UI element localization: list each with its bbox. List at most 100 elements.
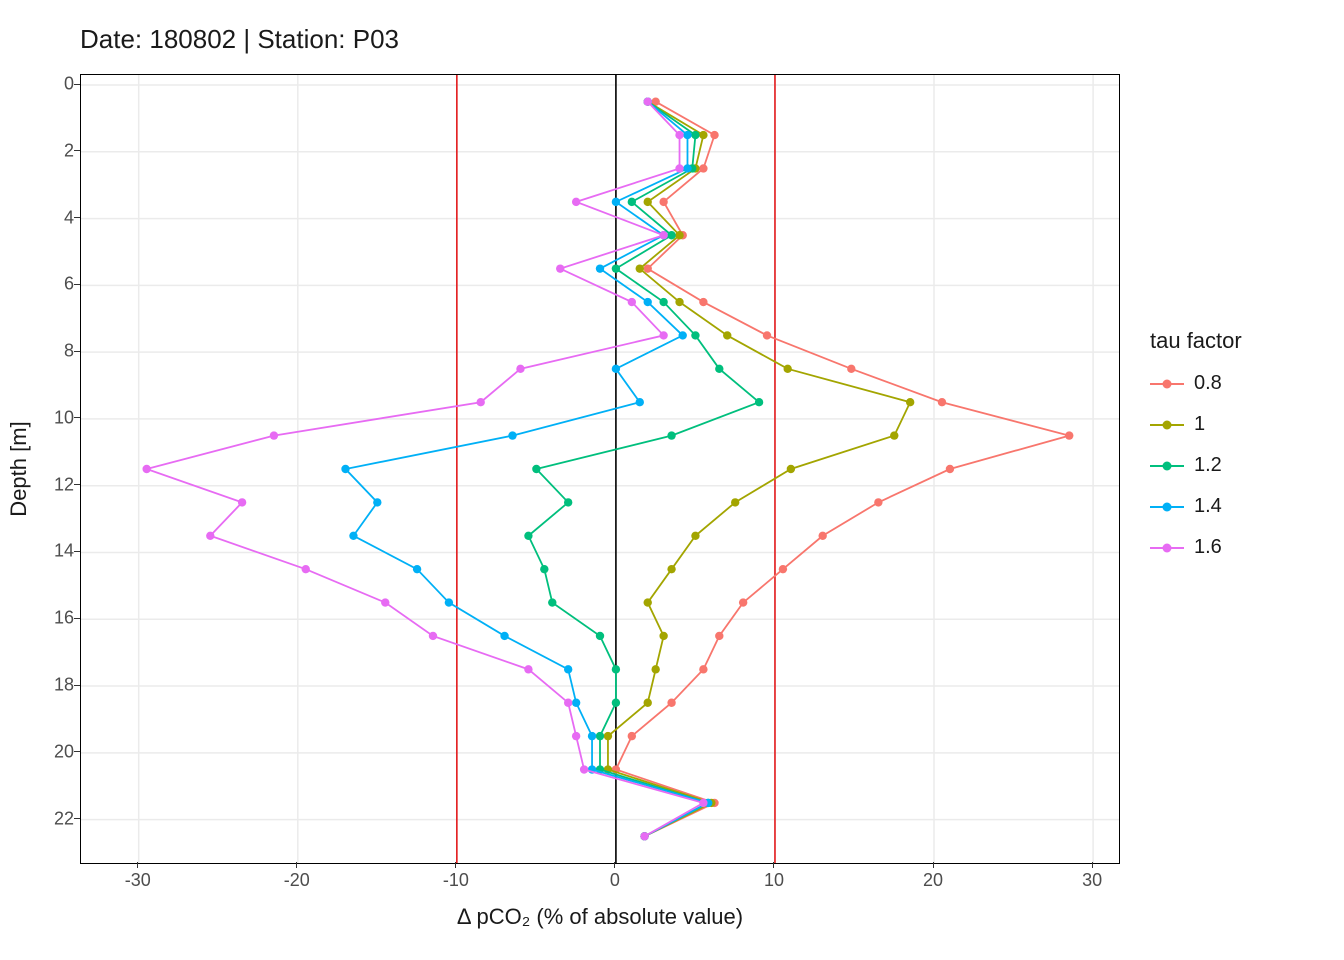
series-point	[667, 699, 675, 707]
series-point	[341, 465, 349, 473]
y-tick-label: 12	[14, 474, 74, 495]
legend-item: 0.8	[1150, 372, 1242, 395]
legend-item: 1	[1150, 413, 1242, 436]
series-point	[142, 465, 150, 473]
x-tick-label: -30	[125, 870, 151, 891]
series-point	[612, 699, 620, 707]
series-point	[572, 699, 580, 707]
series-point	[636, 398, 644, 406]
y-tick-mark	[74, 551, 80, 552]
y-tick-label: 10	[14, 407, 74, 428]
y-tick-label: 16	[14, 608, 74, 629]
series-point	[659, 298, 667, 306]
x-axis-label: Δ pCO₂ (% of absolute value)	[80, 904, 1120, 930]
series-point	[413, 565, 421, 573]
series-point	[659, 632, 667, 640]
series-point	[572, 198, 580, 206]
series-point	[779, 565, 787, 573]
series-point	[715, 365, 723, 373]
series-point	[659, 198, 667, 206]
series-point	[723, 331, 731, 339]
series-point	[628, 298, 636, 306]
legend-swatch	[1150, 547, 1184, 549]
legend: tau factor 0.811.21.41.6	[1150, 328, 1242, 577]
series-point	[699, 131, 707, 139]
legend-label: 1	[1194, 413, 1205, 436]
plot-svg	[81, 75, 1119, 863]
legend-title: tau factor	[1150, 328, 1242, 354]
legend-item: 1.4	[1150, 495, 1242, 518]
series-point	[477, 398, 485, 406]
series-point	[699, 298, 707, 306]
series-point	[564, 699, 572, 707]
series-point	[644, 264, 652, 272]
y-tick-mark	[74, 84, 80, 85]
y-tick-label: 22	[14, 808, 74, 829]
legend-label: 0.8	[1194, 372, 1222, 395]
y-tick-mark	[74, 284, 80, 285]
series-point	[755, 398, 763, 406]
legend-swatch	[1150, 383, 1184, 385]
series-point	[524, 665, 532, 673]
series-point	[508, 431, 516, 439]
series-point	[683, 131, 691, 139]
series-point	[659, 331, 667, 339]
series-point	[604, 732, 612, 740]
series-line	[346, 102, 709, 837]
y-tick-label: 6	[14, 274, 74, 295]
series-point	[691, 331, 699, 339]
series-point	[612, 665, 620, 673]
series-line	[608, 102, 910, 837]
x-tick-label: 30	[1082, 870, 1102, 891]
series-point	[640, 832, 648, 840]
y-tick-mark	[74, 685, 80, 686]
series-point	[532, 465, 540, 473]
y-tick-mark	[74, 618, 80, 619]
x-tick-label: 10	[764, 870, 784, 891]
series-point	[699, 799, 707, 807]
series-point	[500, 632, 508, 640]
series-point	[667, 231, 675, 239]
series-point	[818, 532, 826, 540]
x-tick-label: 0	[610, 870, 620, 891]
series-point	[596, 264, 604, 272]
series-point	[691, 532, 699, 540]
series-point	[946, 465, 954, 473]
series-point	[874, 498, 882, 506]
series-point	[651, 665, 659, 673]
legend-item: 1.2	[1150, 454, 1242, 477]
y-tick-mark	[74, 351, 80, 352]
series-point	[540, 565, 548, 573]
series-point	[763, 331, 771, 339]
legend-label: 1.4	[1194, 495, 1222, 518]
series-point	[628, 198, 636, 206]
x-tick-mark	[614, 862, 615, 868]
y-tick-mark	[74, 417, 80, 418]
series-point	[644, 598, 652, 606]
series-point	[349, 532, 357, 540]
y-tick-mark	[74, 217, 80, 218]
series-point	[524, 532, 532, 540]
legend-swatch	[1150, 465, 1184, 467]
series-point	[644, 298, 652, 306]
x-tick-label: -20	[284, 870, 310, 891]
series-point	[890, 431, 898, 439]
series-point	[564, 665, 572, 673]
series-point	[675, 231, 683, 239]
chart-title: Date: 180802 | Station: P03	[80, 24, 399, 55]
series-point	[667, 565, 675, 573]
series-point	[548, 598, 556, 606]
series-point	[683, 164, 691, 172]
series-point	[596, 632, 604, 640]
y-tick-label: 4	[14, 207, 74, 228]
y-tick-label: 2	[14, 140, 74, 161]
series-point	[787, 465, 795, 473]
series-point	[699, 164, 707, 172]
series-point	[644, 198, 652, 206]
series-point	[667, 431, 675, 439]
plot-area	[80, 74, 1120, 864]
series-point	[847, 365, 855, 373]
series-point	[612, 198, 620, 206]
series-point	[628, 732, 636, 740]
legend-swatch	[1150, 424, 1184, 426]
